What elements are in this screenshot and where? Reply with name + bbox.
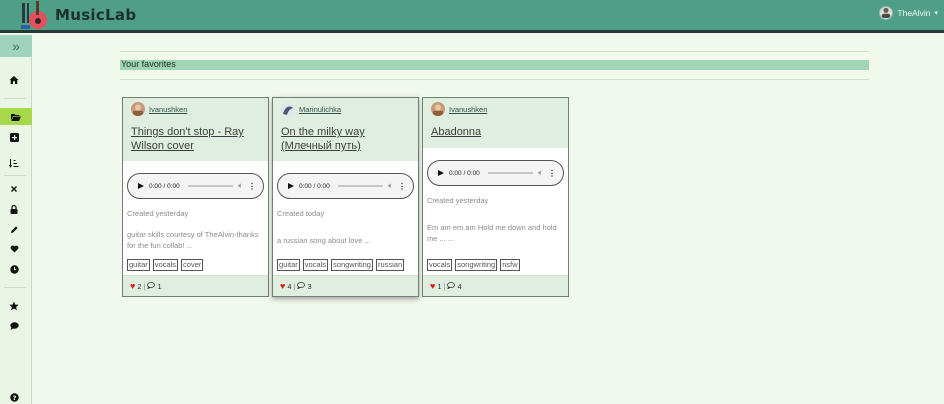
plus-icon[interactable]: [5, 131, 23, 143]
volume-icon[interactable]: 🔈︎: [388, 181, 393, 191]
audio-seek-bar[interactable]: [338, 185, 384, 187]
star-icon[interactable]: [5, 300, 23, 312]
help-icon[interactable]: ?: [5, 391, 23, 403]
card-author[interactable]: Marinulichka: [281, 102, 341, 116]
sort-icon[interactable]: [5, 157, 23, 169]
audio-seek-bar[interactable]: [188, 185, 234, 187]
audio-player[interactable]: 0:00 / 0:00 🔈︎ ⋮: [427, 160, 564, 186]
player-time: 0:00 / 0:00: [299, 182, 330, 190]
tag[interactable]: songwriting: [331, 259, 373, 271]
top-navbar: MusicLab TheAlvin ▾: [0, 0, 944, 33]
user-name: TheAlvin: [897, 8, 931, 18]
song-description: Em am em am Hold me down and hold me ...…: [427, 223, 557, 243]
comment-count: 4: [457, 281, 462, 291]
divider: [120, 51, 869, 52]
song-card[interactable]: Ivanushken Things don't stop - Ray Wilso…: [122, 97, 269, 297]
song-card[interactable]: Marinulichka On the milky way (Млечный п…: [272, 97, 419, 297]
tag-list: guitar vocals cover: [127, 259, 204, 271]
card-author[interactable]: Ivanushken: [431, 102, 487, 116]
play-icon[interactable]: [138, 183, 144, 189]
clock-icon[interactable]: [5, 263, 23, 275]
song-title[interactable]: Things don't stop - Ray Wilson cover: [131, 125, 263, 153]
comment-count: 1: [157, 281, 162, 291]
tag[interactable]: guitar: [277, 259, 300, 271]
audio-player[interactable]: 0:00 / 0:00 🔈︎ ⋮: [277, 173, 414, 199]
tag-list: guitar vocals songwriting russian: [277, 259, 405, 271]
comment-icon[interactable]: [297, 281, 306, 291]
favorites-heading-bar: [120, 60, 869, 70]
comment-icon[interactable]: [447, 281, 456, 291]
user-menu[interactable]: TheAlvin ▾: [879, 6, 938, 20]
created-date: Created yesterday: [127, 209, 189, 218]
tag[interactable]: nsfw: [500, 259, 520, 271]
card-author[interactable]: Ivanushken: [131, 102, 187, 116]
card-header: Ivanushken Abadonna: [423, 98, 568, 148]
author-name[interactable]: Ivanushken: [149, 105, 187, 114]
musiclab-logo-icon[interactable]: [20, 1, 48, 30]
svg-text:?: ?: [12, 394, 16, 402]
sidebar-toggle-button[interactable]: »: [0, 35, 32, 57]
tag[interactable]: russian: [375, 259, 405, 271]
comment-icon[interactable]: [147, 281, 156, 291]
more-options-icon[interactable]: ⋮: [548, 169, 556, 178]
comment-count: 3: [307, 281, 312, 291]
player-time: 0:00 / 0:00: [449, 169, 480, 177]
card-footer: ♥ 4 | 3: [273, 275, 418, 296]
tag[interactable]: guitar: [127, 259, 150, 271]
brand-name[interactable]: MusicLab: [55, 6, 136, 24]
author-name[interactable]: Marinulichka: [299, 105, 341, 114]
divider: [120, 79, 869, 80]
lock-icon[interactable]: [5, 203, 23, 215]
comment-icon[interactable]: [5, 320, 23, 332]
like-count: 4: [287, 281, 292, 291]
card-footer: ♥ 1 | 4: [423, 275, 568, 296]
heart-icon[interactable]: ♥: [280, 281, 285, 291]
tag[interactable]: songwriting: [455, 259, 498, 271]
tag[interactable]: vocals: [302, 259, 329, 271]
audio-seek-bar[interactable]: [488, 172, 534, 174]
heart-icon[interactable]: [5, 243, 23, 255]
song-title[interactable]: Abadonna: [431, 125, 563, 139]
song-description: a russian song about love ...: [277, 236, 371, 245]
folder-open-icon[interactable]: [0, 108, 32, 125]
song-title[interactable]: On the milky way (Млечный путь): [281, 125, 413, 153]
volume-icon[interactable]: 🔈︎: [238, 181, 243, 191]
more-options-icon[interactable]: ⋮: [248, 182, 256, 191]
like-count: 1: [437, 281, 442, 291]
card-footer: ♥ 2 | 1: [123, 275, 268, 296]
home-icon[interactable]: [5, 74, 23, 86]
song-description: guitar skills courtesy of TheAlvin-thank…: [127, 230, 259, 250]
author-avatar: [281, 102, 295, 116]
tag[interactable]: vocals: [152, 259, 179, 271]
created-date: Created today: [277, 209, 325, 218]
user-avatar: [879, 6, 894, 20]
play-icon[interactable]: [288, 183, 294, 189]
chevron-down-icon: ▾: [934, 10, 938, 17]
author-name[interactable]: Ivanushken: [449, 105, 487, 114]
volume-icon[interactable]: 🔈︎: [538, 168, 543, 178]
sidebar: » ?: [0, 35, 32, 404]
close-icon[interactable]: [5, 183, 23, 195]
more-options-icon[interactable]: ⋮: [398, 182, 406, 191]
created-date: Created yesterday: [427, 196, 489, 205]
card-header: Ivanushken Things don't stop - Ray Wilso…: [123, 98, 268, 161]
heart-icon[interactable]: ♥: [430, 281, 435, 291]
heart-icon[interactable]: ♥: [130, 281, 135, 291]
player-time: 0:00 / 0:00: [149, 182, 180, 190]
author-avatar: [131, 102, 145, 116]
audio-player[interactable]: 0:00 / 0:00 🔈︎ ⋮: [127, 173, 264, 199]
tag[interactable]: vocals: [427, 259, 453, 271]
like-count: 2: [137, 281, 142, 291]
song-card[interactable]: Ivanushken Abadonna 0:00 / 0:00 🔈︎ ⋮ Cre…: [422, 97, 569, 297]
favorites-title: Your favorites: [121, 59, 176, 69]
author-avatar: [431, 102, 445, 116]
play-icon[interactable]: [438, 170, 444, 176]
pencil-icon[interactable]: [5, 223, 23, 235]
card-header: Marinulichka On the milky way (Млечный п…: [273, 98, 418, 161]
tag-list: vocals songwriting nsfw: [427, 259, 520, 271]
tag[interactable]: cover: [181, 259, 204, 271]
